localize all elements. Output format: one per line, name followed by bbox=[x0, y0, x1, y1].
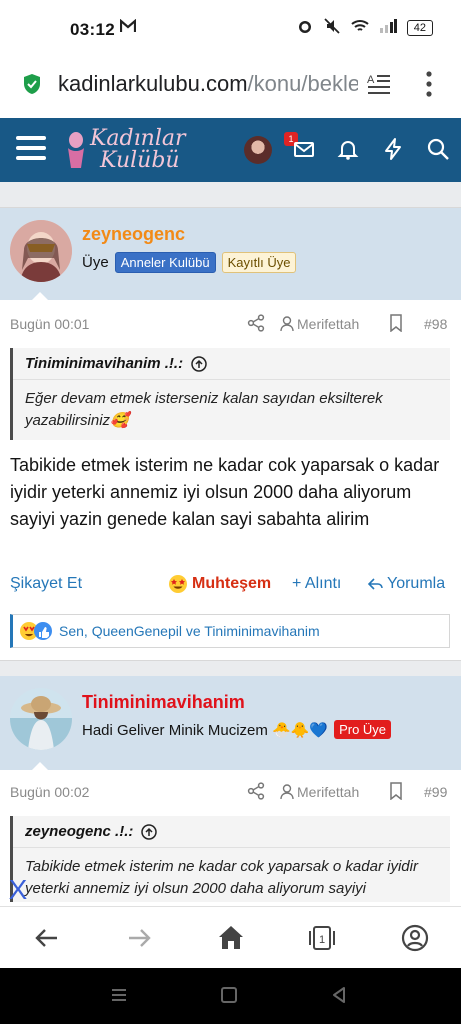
report-link[interactable]: Şikayet Et bbox=[10, 575, 82, 593]
post-user-title: Hadi Geliver Minik Mucizem 🐣🐥💙 Pro Üye bbox=[82, 720, 392, 739]
back-arrow-icon[interactable] bbox=[32, 923, 62, 953]
url-host: kadinlarkulubu.com bbox=[58, 71, 248, 96]
forward-arrow-icon[interactable] bbox=[124, 923, 154, 953]
quote-author: zeyneogenc .!.: bbox=[25, 823, 134, 840]
thread-content: zeyneogenc Üye Anneler Kulübü Kayıtlı Üy… bbox=[0, 182, 461, 902]
logo-line2: Kulübü bbox=[100, 148, 180, 173]
quote-button[interactable]: + Alıntı bbox=[292, 575, 341, 593]
status-bar: 03:12 42 bbox=[0, 0, 461, 56]
account-icon[interactable] bbox=[400, 923, 430, 953]
url-field[interactable]: kadinlarkulubu.com/konu/bekle bbox=[58, 71, 358, 97]
wifi-icon bbox=[351, 19, 369, 36]
back-triangle-icon[interactable] bbox=[330, 986, 348, 1009]
account-avatar[interactable] bbox=[244, 136, 272, 164]
logo-line1: Kadınlar bbox=[90, 126, 186, 151]
reaction-button[interactable]: Muhteşem bbox=[168, 574, 271, 594]
reactions-users: Sen, QueenGenepil ve Tiniminimavihanim bbox=[59, 623, 320, 639]
recent-apps-icon[interactable] bbox=[110, 986, 128, 1009]
signal-icon bbox=[379, 19, 397, 36]
tabs-icon[interactable]: 1 bbox=[307, 923, 337, 953]
author-arrow bbox=[32, 762, 48, 770]
home-square-icon[interactable] bbox=[220, 986, 238, 1009]
reaction-emojis-icon bbox=[20, 622, 52, 640]
alarm-icon bbox=[297, 18, 313, 37]
bookmark-icon[interactable] bbox=[389, 782, 403, 801]
share-icon[interactable] bbox=[247, 314, 265, 332]
home-icon[interactable] bbox=[216, 923, 246, 953]
post-meta: Bugün 00:01 Merifettah #98 bbox=[0, 308, 461, 338]
reply-label: Yorumla bbox=[387, 575, 446, 592]
bookmark-icon[interactable] bbox=[389, 314, 403, 333]
gmail-icon bbox=[119, 18, 137, 38]
post-number[interactable]: #99 bbox=[424, 784, 447, 800]
hamburger-menu-icon[interactable] bbox=[16, 136, 46, 162]
post-separator bbox=[0, 660, 461, 676]
post-author-bar: Tiniminimavihanim Hadi Geliver Minik Muc… bbox=[0, 676, 461, 770]
quote-text: Tabikide etmek isterim ne kadar cok yapa… bbox=[25, 858, 418, 897]
post-author-bar: zeyneogenc Üye Anneler Kulübü Kayıtlı Üy… bbox=[0, 208, 461, 300]
user-icon bbox=[280, 316, 294, 332]
arrow-up-circle-icon bbox=[141, 823, 158, 840]
post-date[interactable]: Bugün 00:01 bbox=[10, 316, 89, 332]
user-icon bbox=[280, 784, 294, 800]
post-actions: Şikayet Et Muhteşem + Alıntı Yorumla bbox=[0, 572, 461, 598]
reader-mode-icon[interactable]: A bbox=[366, 72, 392, 96]
reply-icon bbox=[367, 578, 383, 590]
quote-text: Eğer devam etmek isterseniz kalan sayıda… bbox=[25, 390, 383, 429]
post-number[interactable]: #98 bbox=[424, 316, 447, 332]
lightning-icon[interactable] bbox=[381, 137, 405, 161]
overflow-menu-icon[interactable] bbox=[422, 70, 436, 98]
author-link[interactable]: Merifettah bbox=[280, 316, 359, 332]
post-meta: Bugün 00:02 Merifettah #99 bbox=[0, 776, 461, 806]
post-body: Tabikide etmek isterim ne kadar cok yapa… bbox=[10, 455, 440, 529]
badge-pro-uye: Pro Üye bbox=[334, 720, 392, 739]
quote-block: zeyneogenc .!.: Tabikide etmek isterim n… bbox=[10, 816, 450, 902]
mute-icon bbox=[323, 18, 341, 37]
quote-block: Tiniminimavihanim .!.: Eğer devam etmek … bbox=[10, 348, 450, 440]
user-role: Hadi Geliver Minik Mucizem 🐣🐥💙 bbox=[82, 721, 329, 739]
url-path: /konu/bekle bbox=[247, 71, 358, 96]
author-link-label: Merifettah bbox=[297, 784, 360, 800]
close-ad-icon[interactable]: X bbox=[0, 872, 36, 908]
system-icons: 42 bbox=[297, 18, 433, 37]
post-username[interactable]: Tiniminimavihanim bbox=[82, 692, 245, 713]
battery-indicator: 42 bbox=[406, 19, 433, 36]
user-role: Üye bbox=[82, 254, 109, 271]
address-bar[interactable]: kadinlarkulubu.com/konu/bekle A bbox=[0, 56, 461, 118]
post-date[interactable]: Bugün 00:02 bbox=[10, 784, 89, 800]
quote-author: Tiniminimavihanim .!.: bbox=[25, 355, 184, 372]
post-avatar-tiniminimavihanim[interactable] bbox=[10, 688, 72, 750]
author-arrow bbox=[32, 292, 48, 300]
share-icon[interactable] bbox=[247, 782, 265, 800]
svg-text:1: 1 bbox=[319, 934, 325, 946]
arrow-up-circle-icon bbox=[191, 355, 207, 372]
star-eyes-emoji-icon bbox=[169, 575, 187, 593]
system-navigation-bar bbox=[0, 968, 461, 1024]
reply-button[interactable]: Yorumla bbox=[367, 575, 445, 593]
author-link-label: Merifettah bbox=[297, 316, 360, 332]
badge-anneler-kulubu: Anneler Kulübü bbox=[114, 252, 216, 273]
post-username[interactable]: zeyneogenc bbox=[82, 224, 185, 245]
secure-lock-icon[interactable] bbox=[22, 73, 42, 95]
quote-header[interactable]: Tiniminimavihanim .!.: bbox=[13, 348, 450, 380]
inbox-icon[interactable] bbox=[292, 137, 316, 161]
svg-text:A: A bbox=[367, 74, 375, 86]
badge-kayitli-uye: Kayıtlı Üye bbox=[221, 252, 297, 273]
status-time: 03:12 bbox=[70, 20, 115, 39]
bell-icon[interactable] bbox=[336, 137, 360, 161]
site-logo[interactable]: Kadınlar Kulübü bbox=[64, 124, 194, 176]
post-avatar-zeyneogenc[interactable] bbox=[10, 220, 72, 282]
reactions-summary[interactable]: Sen, QueenGenepil ve Tiniminimavihanim bbox=[10, 614, 450, 648]
post-user-title: Üye Anneler Kulübü Kayıtlı Üye bbox=[82, 252, 297, 273]
reaction-label: Muhteşem bbox=[192, 575, 272, 592]
quote-header[interactable]: zeyneogenc .!.: bbox=[13, 816, 450, 848]
author-link[interactable]: Merifettah bbox=[280, 784, 359, 800]
search-icon[interactable] bbox=[426, 137, 450, 161]
browser-toolbar: 1 bbox=[0, 906, 461, 968]
previous-post-end bbox=[0, 182, 461, 208]
